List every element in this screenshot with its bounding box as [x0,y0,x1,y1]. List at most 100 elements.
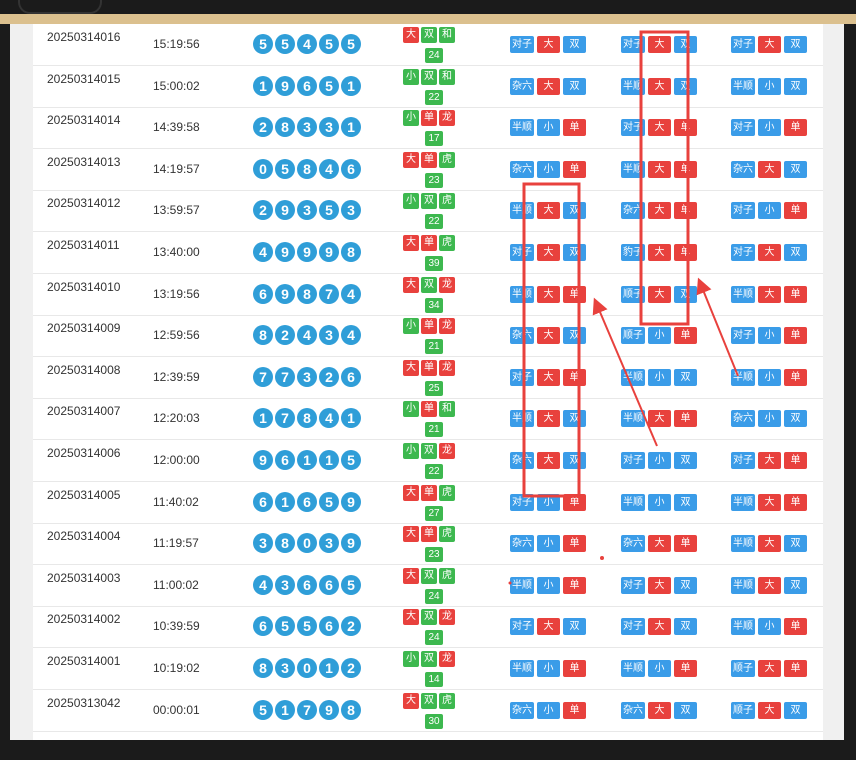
draw-time: 11:19:57 [153,536,199,551]
number-ball: 9 [319,699,339,720]
attribute-tag: 单 [421,318,437,335]
pattern-label: 半顺 [731,77,755,95]
number-ball: 4 [253,242,273,262]
issue-number: 20250314013 [47,154,121,169]
pattern-label: 双 [674,452,697,469]
number-ball: 0 [297,658,317,678]
sum-badge: 22 [425,464,443,479]
pattern-label: 小 [758,410,781,428]
pattern-group-g1: 对子小单 [510,493,586,511]
table-row: 20250314009 12:59:56 8 2 4 3 4 小单龙 21 杂六大双顺子小单对子小… [33,315,823,358]
attribute-tag: 大 [403,567,419,584]
sum-badge: 14 [425,672,443,687]
pattern-label: 大 [758,701,781,719]
pattern-group-g1: 杂六大双 [510,77,586,95]
pattern-group-g3: 对子小单 [731,202,807,220]
number-ball: 8 [341,242,361,262]
sum-badge: 27 [425,505,443,521]
pattern-group-g3: 顺子大单 [731,660,807,677]
pattern-label: 大 [648,119,671,137]
number-ball: 1 [319,450,339,470]
number-ball: 5 [319,200,339,221]
draw-time: 11:40:02 [153,494,199,509]
table-row: 20250314011 13:40:00 4 9 9 9 8 大单虎 39 对子大双豹子大单对子大… [33,232,823,274]
pattern-label: 单 [674,160,697,178]
pattern-group-g2: 对子大单 [621,119,697,137]
number-ball: 1 [253,408,273,429]
pattern-label: 双 [674,368,697,386]
pattern-label: 小 [537,160,560,178]
issue-number: 20250314004 [47,529,121,544]
number-ball: 4 [341,325,361,346]
pattern-label: 双 [784,535,807,553]
pattern-label: 半顺 [731,368,755,386]
pattern-label: 半顺 [731,535,755,553]
pattern-label: 小 [758,202,781,220]
attribute-tag: 龙 [439,110,455,127]
pattern-label: 大 [537,410,560,428]
number-ball: 9 [275,283,295,304]
number-balls: 43665 [253,574,361,595]
pattern-label: 半顺 [510,119,534,137]
pattern-label: 半顺 [731,576,755,594]
sum-badge: 34 [425,297,443,313]
pattern-label: 杂六 [510,327,534,345]
pattern-label: 大 [648,77,671,95]
pattern-label: 小 [537,660,560,677]
number-ball: 3 [319,117,339,138]
pattern-group-g2: 半顺小双 [621,368,697,386]
sum-badge: 21 [425,339,443,355]
sum-badge: 24 [425,588,443,604]
attribute-tag: 小 [403,110,419,127]
pattern-label: 顺子 [621,285,645,303]
result-attributes: 大单虎 39 [403,235,467,271]
table-row: 20250314015 15:00:02 1 9 6 5 1 小双和 22 杂六大双半顺大双半顺小… [33,66,823,108]
pattern-label: 半顺 [621,410,645,428]
draw-time: 11:00:02 [153,577,199,592]
pattern-label: 对子 [510,493,534,511]
number-ball: 9 [275,200,295,221]
pattern-label: 大 [758,660,781,677]
pattern-label: 双 [563,410,586,428]
attribute-tag: 双 [421,27,437,43]
pattern-group-g2: 对子大双 [621,618,697,636]
attribute-tag: 小 [403,401,419,418]
pattern-label: 对子 [621,576,645,594]
sum-badge: 24 [425,630,443,646]
attribute-tag: 小 [403,193,419,210]
issue-number: 20250314008 [47,362,121,377]
pattern-group-g3: 对子小单 [731,327,807,345]
number-ball: 5 [253,34,273,54]
attribute-tag: 龙 [439,359,455,376]
pattern-group-g3: 对子小单 [731,119,807,137]
attribute-tag: 单 [421,151,437,168]
pattern-label: 杂六 [621,701,645,719]
attribute-tag: 双 [421,443,437,459]
pattern-label: 双 [674,701,697,719]
number-balls: 28331 [253,117,361,138]
pattern-group-g2: 对子大双 [621,576,697,594]
pattern-label: 大 [758,244,781,261]
pattern-label: 大 [537,618,560,636]
pattern-label: 单 [674,327,697,345]
pattern-group-g3: 半顺大单 [731,285,807,303]
issue-number: 20250314010 [47,279,121,294]
number-ball: 8 [341,699,361,720]
pattern-label: 杂六 [510,535,534,553]
pattern-label: 杂六 [621,202,645,220]
pattern-group-g1: 半顺小单 [510,119,586,137]
number-balls: 55455 [253,34,361,54]
pattern-group-g3: 半顺大双 [731,535,807,553]
pattern-group-g3: 对子大双 [731,36,807,53]
number-ball: 8 [253,325,273,346]
number-balls: 38039 [253,533,361,554]
number-ball: 5 [253,699,273,720]
number-ball: 8 [297,158,317,179]
attribute-tag: 虎 [439,193,455,210]
issue-number: 20250314006 [47,446,121,460]
pattern-group-g2: 半顺小双 [621,493,697,511]
pattern-label: 半顺 [731,618,755,636]
number-balls: 83012 [253,658,361,678]
table-row: 20250314002 10:39:59 6 5 5 6 2 大双龙 24 对子大双对子大双半顺小… [33,606,823,649]
pattern-group-g3: 半顺大单 [731,493,807,511]
